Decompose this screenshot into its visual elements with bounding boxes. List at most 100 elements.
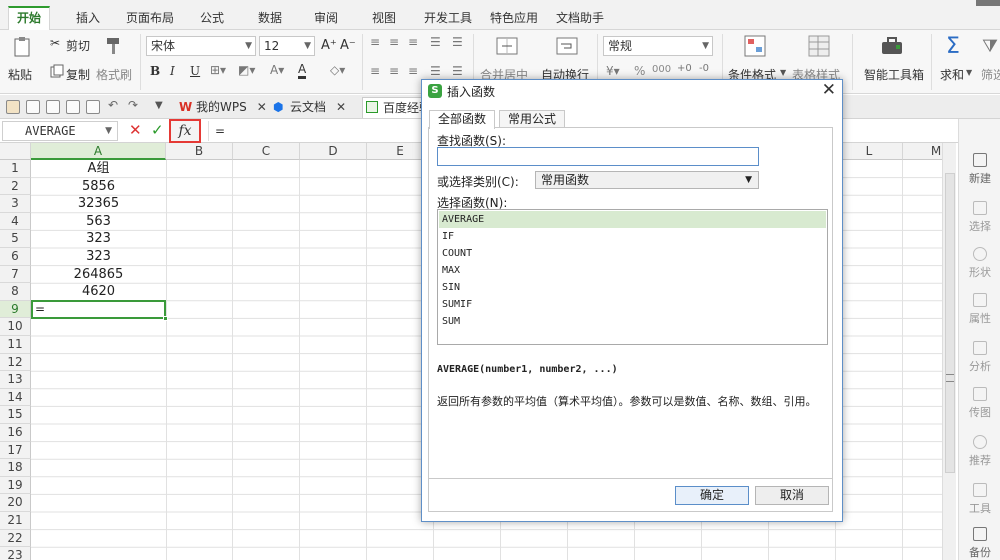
cell-a3[interactable]: 32365 (31, 195, 166, 213)
list-item[interactable]: COUNT (439, 245, 826, 262)
redo-icon[interactable]: ↷ (128, 98, 138, 112)
doc-tab-my-wps[interactable]: W 我的WPS ✕ (176, 97, 267, 118)
close-icon[interactable]: ✕ (822, 80, 836, 100)
cell-a2[interactable]: 5856 (31, 178, 166, 196)
name-box[interactable]: AVERAGE ▼ (2, 121, 118, 141)
export-pdf-icon[interactable] (86, 100, 100, 114)
row-header[interactable]: 4 (0, 212, 31, 231)
table-style-icon[interactable] (808, 35, 830, 57)
row-header[interactable]: 19 (0, 476, 31, 495)
search-function-input[interactable] (437, 147, 759, 166)
chevron-down-icon[interactable]: ▼ (105, 122, 112, 140)
row-header[interactable]: 15 (0, 406, 31, 424)
save-icon[interactable] (26, 100, 40, 114)
ok-button[interactable]: 确定 (675, 486, 749, 505)
row-header[interactable]: 11 (0, 336, 31, 354)
column-header-m[interactable]: M (903, 143, 945, 160)
sidebar-item-shape[interactable]: 形状 (959, 243, 1000, 283)
comma-button[interactable]: 000 (652, 64, 671, 75)
list-item[interactable]: SIN (439, 279, 826, 296)
cell-a6[interactable]: 323 (31, 248, 166, 266)
doc-tab-cloud[interactable]: ⬢ 云文档 ✕ (270, 97, 346, 118)
toolbox-icon[interactable] (880, 36, 904, 56)
folder-icon[interactable] (6, 100, 20, 114)
increase-decimal-icon[interactable]: +0 (677, 63, 692, 74)
decrease-font-button[interactable]: A⁻ (340, 38, 356, 53)
column-header-b[interactable]: B (166, 143, 233, 160)
row-header[interactable]: 3 (0, 195, 31, 213)
function-list[interactable]: AVERAGE IF COUNT MAX SIN SUMIF SUM (437, 209, 828, 345)
cell-a1[interactable]: A组 (31, 160, 166, 178)
increase-font-button[interactable]: A⁺ (321, 38, 337, 53)
row-header[interactable]: 18 (0, 459, 31, 477)
paste-icon[interactable] (12, 36, 32, 58)
tab-data[interactable]: 数据 (250, 6, 290, 30)
sidebar-item-backup[interactable]: 备份 (959, 523, 1000, 560)
row-header[interactable]: 10 (0, 318, 31, 336)
distributed-icon[interactable]: ☰ (452, 64, 463, 78)
row-header[interactable]: 7 (0, 265, 31, 284)
currency-icon[interactable]: ¥▾ (606, 64, 620, 78)
print-icon[interactable] (66, 100, 80, 114)
insert-function-button[interactable]: fx (169, 119, 201, 143)
tab-view[interactable]: 视图 (364, 6, 404, 30)
active-cell-a9[interactable]: = (31, 300, 168, 321)
row-header[interactable]: 22 (0, 529, 31, 548)
confirm-formula-icon[interactable]: ✓ (151, 121, 164, 139)
cell-a4[interactable]: 563 (31, 213, 166, 231)
row-header[interactable]: 13 (0, 371, 31, 389)
font-color-button[interactable]: A (298, 62, 307, 79)
paste-button[interactable]: 粘贴 (8, 66, 32, 83)
sidebar-item-recommend[interactable]: 推荐 (959, 431, 1000, 471)
sidebar-item-select[interactable]: 选择 (959, 197, 1000, 237)
align-middle-icon[interactable]: ≡ (389, 35, 399, 49)
sidebar-item-analyze[interactable]: 分析 (959, 337, 1000, 377)
cancel-formula-icon[interactable]: ✕ (129, 121, 142, 139)
underline-button[interactable]: U (190, 64, 200, 78)
dialog-title-bar[interactable]: S 插入函数 ✕ (422, 80, 842, 102)
percent-button[interactable]: % (634, 64, 645, 78)
print-preview-icon[interactable] (46, 100, 60, 114)
sidebar-item-properties[interactable]: 属性 (959, 289, 1000, 329)
row-header[interactable]: 23 (0, 547, 31, 560)
chevron-down-icon[interactable]: ▼ (155, 100, 163, 111)
row-header[interactable]: 14 (0, 388, 31, 407)
select-all-corner[interactable] (0, 143, 31, 160)
font-name-select[interactable]: 宋体 ▼ (146, 36, 256, 56)
smart-toolbox-button[interactable]: 智能工具箱 (864, 66, 924, 83)
sidebar-item-tools[interactable]: 工具 (959, 479, 1000, 519)
align-top-icon[interactable]: ≡ (370, 35, 380, 49)
clear-format-icon[interactable]: ◇▾ (330, 63, 345, 77)
tab-home[interactable]: 开始 (8, 6, 51, 31)
row-header[interactable]: 16 (0, 424, 31, 442)
sum-icon[interactable]: Σ (946, 34, 960, 59)
sidebar-item-upload-image[interactable]: 传图 (959, 383, 1000, 423)
bold-button[interactable]: B (150, 64, 160, 78)
outdent-icon[interactable]: ☰ (452, 35, 463, 49)
align-center-icon[interactable]: ≡ (389, 64, 399, 78)
align-left-icon[interactable]: ≡ (370, 64, 380, 78)
format-painter-button[interactable]: 格式刷 (96, 66, 132, 83)
fill-color-icon[interactable]: ◩▾ (238, 63, 255, 77)
column-header-d[interactable]: D (300, 143, 367, 160)
number-format-select[interactable]: 常规 ▼ (603, 36, 713, 56)
indent-icon[interactable]: ☰ (430, 35, 441, 49)
merge-cells-icon[interactable] (496, 36, 518, 56)
tab-page-layout[interactable]: 页面布局 (118, 6, 182, 30)
font-size-select[interactable]: 12 ▼ (259, 36, 315, 56)
tab-all-functions[interactable]: 全部函数 (429, 110, 496, 129)
row-header[interactable]: 12 (0, 353, 31, 372)
align-bottom-icon[interactable]: ≡ (408, 35, 418, 49)
cancel-button[interactable]: 取消 (755, 486, 829, 505)
column-header-l[interactable]: L (836, 143, 903, 160)
italic-button[interactable]: I (170, 64, 175, 78)
wrap-text-icon[interactable] (556, 36, 578, 56)
list-item[interactable]: AVERAGE (439, 211, 826, 228)
row-header[interactable]: 1 (0, 160, 31, 178)
scissors-icon[interactable]: ✂ (50, 36, 60, 50)
row-header[interactable]: 8 (0, 283, 31, 301)
copy-icon[interactable] (50, 64, 64, 78)
vertical-scrollbar[interactable] (942, 143, 956, 560)
list-item[interactable]: SUM (439, 313, 826, 330)
list-item[interactable]: IF (439, 228, 826, 245)
